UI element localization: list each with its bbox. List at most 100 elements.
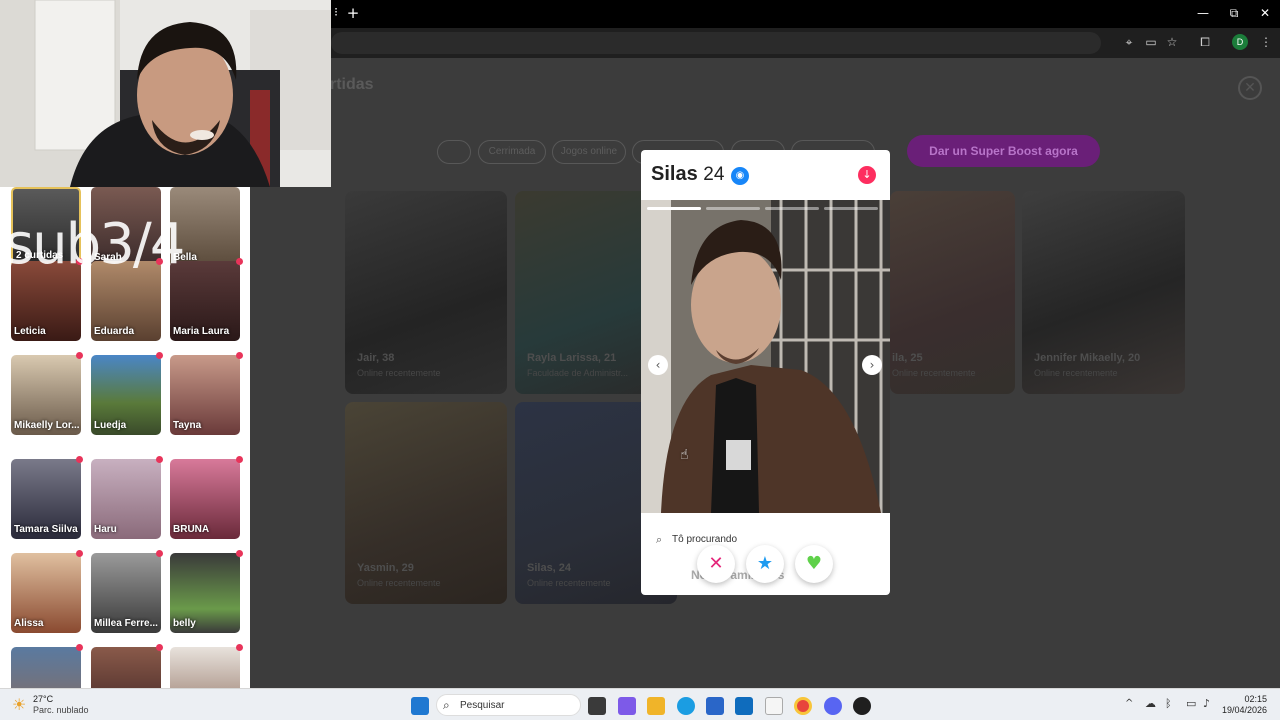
match-card[interactable]: Jair, 38 Online recentemente <box>345 191 507 394</box>
filter-chip[interactable]: Cerrimada <box>478 140 546 164</box>
discord-icon[interactable] <box>824 697 842 715</box>
obs-icon[interactable] <box>853 697 871 715</box>
profile-avatar[interactable]: D <box>1232 34 1248 50</box>
taskbar-search[interactable]: ⌕ Pesquisar <box>436 694 581 716</box>
network-icon[interactable]: ▭ <box>1186 697 1196 710</box>
prev-photo-button[interactable]: ‹ <box>648 355 668 375</box>
cast-icon[interactable]: ▭ <box>1143 34 1159 50</box>
window-close-button[interactable]: ✕ <box>1255 6 1275 20</box>
looking-for-label: Tô procurando <box>672 534 738 545</box>
new-tab-button[interactable]: + <box>343 4 363 22</box>
new-like-dot <box>76 644 83 651</box>
extensions-icon[interactable]: ⧠ <box>1197 34 1213 50</box>
sidebar-thumb[interactable]: Mikaelly Lor... <box>11 355 81 435</box>
card-name: Silas, 24 <box>527 562 572 574</box>
new-like-dot <box>156 352 163 359</box>
weather-temp: 27°C <box>33 694 54 704</box>
sidebar-thumb[interactable]: Tayna <box>170 355 240 435</box>
card-status: Online recentemente <box>357 368 441 378</box>
page-close-button[interactable]: ✕ <box>1238 76 1262 100</box>
photo-progress-segment <box>706 207 760 210</box>
windows-start-icon[interactable] <box>411 697 429 715</box>
sidebar-thumb[interactable] <box>11 647 81 688</box>
profile-age: 24 <box>703 164 725 185</box>
thumb-label: Alissa <box>14 618 44 629</box>
thumb-label: Mikaelly Lor... <box>14 420 80 431</box>
restore-button[interactable]: ⧉ <box>1224 6 1244 21</box>
search-placeholder: Pesquisar <box>460 700 505 711</box>
task-view-icon[interactable] <box>588 697 606 715</box>
super-boost-button[interactable]: Dar un Super Boost agora <box>907 135 1100 167</box>
location-icon[interactable]: ⌖ <box>1121 34 1137 50</box>
volume-icon[interactable]: ♪ <box>1203 697 1210 710</box>
profile-photo[interactable]: ‹ › <box>641 200 890 513</box>
tray-chevron-icon[interactable]: ^ <box>1125 698 1133 709</box>
thumb-label: Maria Laura <box>173 326 230 337</box>
like-button[interactable]: ♥ <box>795 545 833 583</box>
card-status: Online recentemente <box>1034 368 1118 378</box>
notepad-icon[interactable] <box>765 697 783 715</box>
next-photo-button[interactable]: › <box>862 355 882 375</box>
new-like-dot <box>156 644 163 651</box>
card-status: Online recentemente <box>527 578 611 588</box>
sidebar-thumb[interactable]: Alissa <box>11 553 81 633</box>
minimize-button[interactable]: — <box>1193 6 1213 20</box>
match-card[interactable]: Jennifer Mikaelly, 20 Online recentement… <box>1022 191 1185 394</box>
card-status: Online recentemente <box>892 368 976 378</box>
thumb-label: Leticia <box>14 326 46 337</box>
super-like-button[interactable]: ★ <box>746 545 784 583</box>
clock-date[interactable]: 19/04/2026 <box>1222 705 1267 715</box>
sidebar-thumb[interactable]: BRUNA <box>170 459 240 539</box>
profile-name: Silas 24 <box>651 163 724 186</box>
new-like-dot <box>156 550 163 557</box>
clock-time[interactable]: 02:15 <box>1227 694 1267 704</box>
match-card[interactable]: ila, 25 Online recentemente <box>890 191 1015 394</box>
edge-icon[interactable] <box>677 697 695 715</box>
thumb-label: Tamara Siilva <box>14 524 78 535</box>
match-card[interactable]: Yasmin, 29 Online recentemente <box>345 402 507 604</box>
file-explorer-icon[interactable] <box>647 697 665 715</box>
collapse-profile-button[interactable]: ↓ <box>858 166 876 184</box>
camera-verified-icon: ◉ <box>731 167 749 185</box>
thumb-label: Eduarda <box>94 326 135 337</box>
sidebar-thumb[interactable]: Tamara Siilva <box>11 459 81 539</box>
webcam-figure <box>0 0 331 187</box>
photo-progress-segment <box>647 207 701 210</box>
search-icon: ⌕ <box>656 533 663 546</box>
card-status: Faculdade de Administr... <box>527 368 629 378</box>
weather-icon[interactable]: ☀ <box>12 695 26 714</box>
card-name: Jennifer Mikaelly, 20 <box>1034 352 1141 364</box>
store-icon[interactable] <box>706 697 724 715</box>
card-status: Online recentemente <box>357 578 441 588</box>
search-icon: ⌕ <box>443 698 450 712</box>
outlook-icon[interactable] <box>735 697 753 715</box>
profile-modal: Silas 24 ◉ ↓ ‹ › ⌕ Tô procurando Novas a… <box>641 150 890 595</box>
sidebar-thumb[interactable]: belly <box>170 553 240 633</box>
new-like-dot <box>236 456 243 463</box>
thumb-label: belly <box>173 618 196 629</box>
filter-chip[interactable]: Jogos online <box>552 140 626 164</box>
nope-button[interactable]: ✕ <box>697 545 735 583</box>
sidebar-thumb[interactable] <box>91 647 161 688</box>
filter-chip[interactable] <box>437 140 471 164</box>
webcam-overlay <box>0 0 331 187</box>
new-like-dot <box>76 550 83 557</box>
new-like-dot <box>76 456 83 463</box>
sidebar-thumb[interactable] <box>170 647 240 688</box>
sidebar-thumb[interactable]: Luedja <box>91 355 161 435</box>
new-like-dot <box>236 258 243 265</box>
bookmark-star-icon[interactable]: ☆ <box>1164 34 1180 50</box>
chrome-icon[interactable] <box>794 697 812 715</box>
card-name: ila, 25 <box>892 352 923 364</box>
thumb-label: Millea Ferre... <box>94 618 158 629</box>
photo-progress-segment <box>824 207 878 210</box>
photo-progress-segment <box>765 207 819 210</box>
sidebar-thumb[interactable]: Millea Ferre... <box>91 553 161 633</box>
sidebar-thumb[interactable]: Haru <box>91 459 161 539</box>
bluetooth-icon[interactable]: ᛒ <box>1165 697 1172 710</box>
profile-first-name: Silas <box>651 163 698 185</box>
address-bar[interactable] <box>331 32 1101 54</box>
tray-app-icon[interactable]: ☁ <box>1145 697 1156 710</box>
browser-menu-icon[interactable]: ⋮ <box>1258 34 1274 50</box>
copilot-icon[interactable] <box>618 697 636 715</box>
